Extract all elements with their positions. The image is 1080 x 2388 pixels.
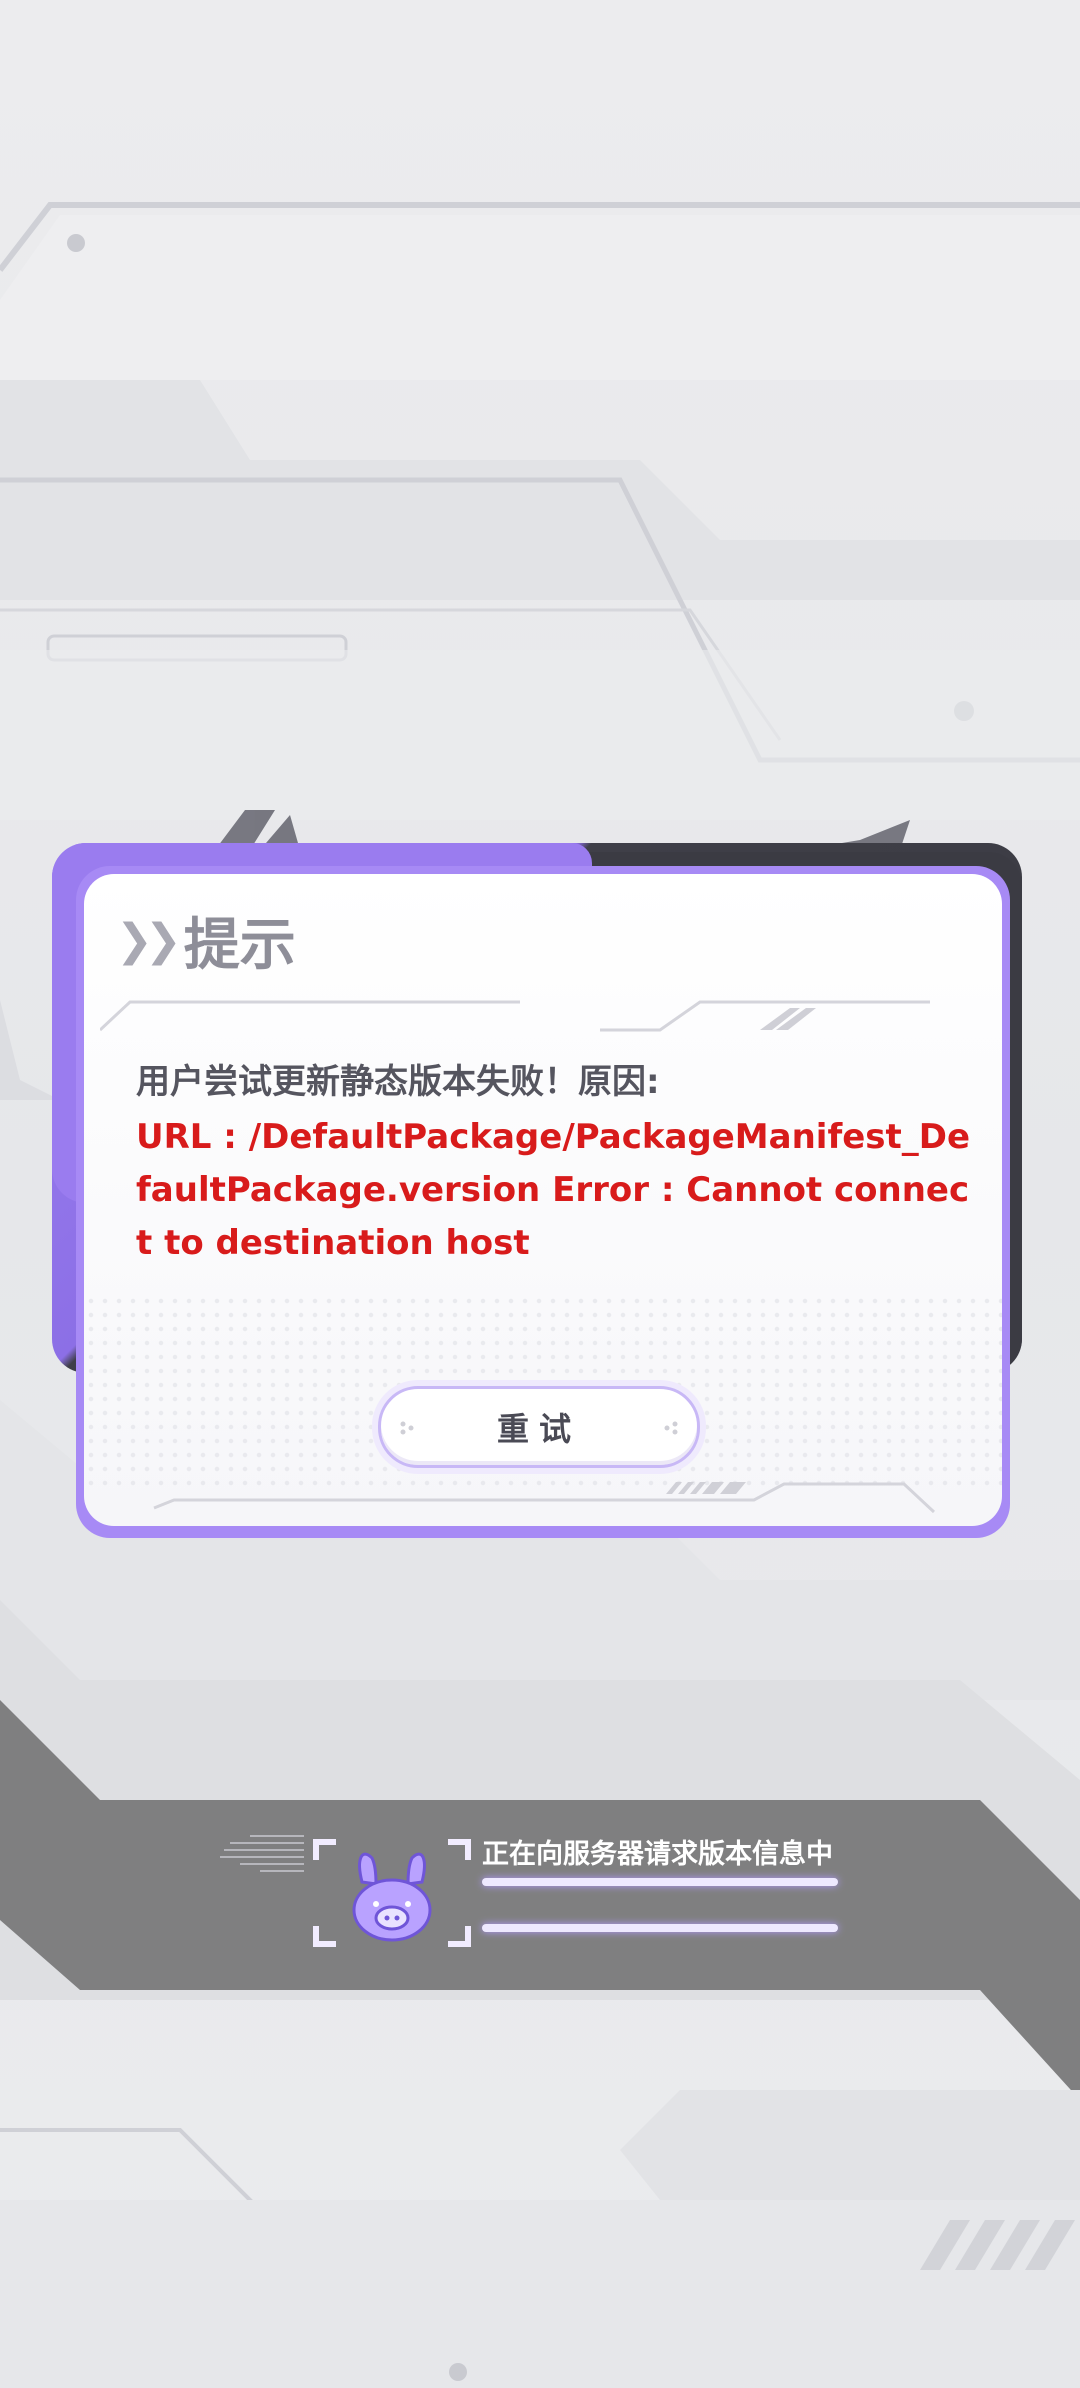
progress-bar-lower [482,1924,838,1932]
button-dots-icon [400,1421,414,1435]
double-chevron-right-icon: ❯❯ [116,915,182,966]
dialog-header: ❯❯ 提示 [116,900,296,981]
progress-bar-upper [482,1878,838,1886]
loading-status: 正在向服务器请求版本信息中 [482,1839,833,1870]
retry-button[interactable]: 重试 [378,1386,700,1468]
dialog-card: ❯❯ 提示 用户尝试更新静态版本失败！原因: URL : /DefaultPac… [84,874,1002,1526]
dialog-title: 提示 [183,913,296,978]
error-details: URL : /DefaultPackage/PackageManifest_De… [136,1117,971,1263]
bottom-divider [153,1482,936,1514]
retry-label: 重试 [496,1410,581,1448]
rabbit-mascot-icon [313,1839,471,1947]
title-divider [100,1000,930,1032]
button-dots-icon [664,1421,678,1435]
decorative-microtext [220,1835,304,1872]
dialog-message: 用户尝试更新静态版本失败！原因: URL : /DefaultPackage/P… [136,1054,976,1270]
failure-message: 用户尝试更新静态版本失败！原因: [136,1062,660,1102]
